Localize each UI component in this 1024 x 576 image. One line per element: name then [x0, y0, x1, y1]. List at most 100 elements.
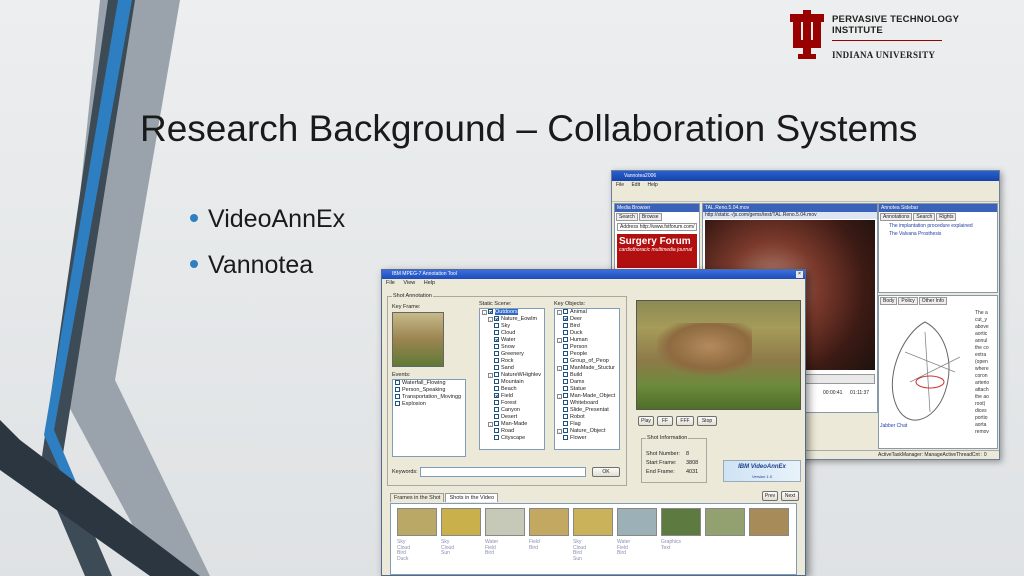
keywords-input[interactable]: [420, 467, 586, 477]
event-item[interactable]: Transportation_Movingg: [393, 394, 465, 401]
checkbox[interactable]: [563, 435, 568, 440]
next-button[interactable]: Next: [781, 491, 799, 501]
shot-thumbnail[interactable]: [397, 508, 437, 536]
checkbox[interactable]: [563, 351, 568, 356]
scene-tree-item[interactable]: - Man-Made: [480, 421, 544, 428]
checkbox[interactable]: [395, 380, 400, 385]
tree-expander-icon[interactable]: -: [488, 373, 493, 378]
tab-search[interactable]: Search: [913, 213, 936, 221]
object-tree-item[interactable]: Dams: [555, 379, 619, 386]
scene-tree-item[interactable]: Cityscape: [480, 435, 544, 442]
checkbox[interactable]: [563, 379, 568, 384]
checkbox[interactable]: [494, 428, 499, 433]
scene-tree-item[interactable]: Cloud: [480, 330, 544, 337]
shot-thumbnail[interactable]: [749, 508, 789, 536]
checkbox[interactable]: [563, 316, 568, 321]
scene-tree-item[interactable]: Beach: [480, 386, 544, 393]
checkbox[interactable]: [563, 337, 568, 342]
shot-thumbnail[interactable]: [705, 508, 745, 536]
checkbox[interactable]: [494, 400, 499, 405]
object-tree-item[interactable]: Deer: [555, 316, 619, 323]
prev-button[interactable]: Prev: [762, 491, 778, 501]
object-tree-item[interactable]: Person: [555, 344, 619, 351]
event-item[interactable]: Explosion: [393, 401, 465, 408]
tab-policy[interactable]: Policy: [898, 297, 918, 305]
play-button[interactable]: Play: [638, 416, 654, 426]
checkbox[interactable]: [494, 435, 499, 440]
menu-file[interactable]: File: [386, 280, 395, 286]
checkbox[interactable]: [494, 414, 499, 419]
checkbox[interactable]: [494, 323, 499, 328]
checkbox[interactable]: [494, 393, 499, 398]
checkbox[interactable]: [494, 358, 499, 363]
checkbox[interactable]: [563, 365, 568, 370]
object-tree-item[interactable]: Duck: [555, 330, 619, 337]
checkbox[interactable]: [395, 394, 400, 399]
scene-tree-item[interactable]: Field: [480, 393, 544, 400]
tab-body[interactable]: Body: [880, 297, 898, 305]
scene-tree-item[interactable]: Forest: [480, 400, 544, 407]
object-tree-item[interactable]: Whiteboard: [555, 400, 619, 407]
tree-expander-icon[interactable]: -: [557, 394, 562, 399]
key-objects-tree[interactable]: - Animal Deer Bird Duck - Human Person People Gro…: [554, 308, 620, 450]
tree-expander-icon[interactable]: -: [482, 310, 487, 315]
checkbox[interactable]: [563, 393, 568, 398]
tree-expander-icon[interactable]: -: [557, 429, 562, 434]
menu-help[interactable]: Help: [647, 182, 657, 188]
scene-tree-item[interactable]: Rock: [480, 358, 544, 365]
static-scene-tree[interactable]: - Outdoors - Nature_Eowlm Sky Cloud Water Snow G…: [479, 308, 545, 450]
annotation-item[interactable]: The implantation procedure explained: [879, 223, 997, 229]
object-tree-item[interactable]: - Human: [555, 337, 619, 344]
checkbox[interactable]: [494, 407, 499, 412]
scene-tree-item[interactable]: - Outdoors: [480, 309, 544, 316]
checkbox[interactable]: [563, 344, 568, 349]
fff-button[interactable]: FFF: [676, 416, 694, 426]
scene-tree-item[interactable]: Sky: [480, 323, 544, 330]
scene-tree-item[interactable]: Greenery: [480, 351, 544, 358]
checkbox[interactable]: [494, 344, 499, 349]
object-tree-item[interactable]: People: [555, 351, 619, 358]
checkbox[interactable]: [563, 407, 568, 412]
tab-frames-in-shot[interactable]: Frames in the Shot: [390, 493, 445, 502]
checkbox[interactable]: [563, 372, 568, 377]
object-tree-item[interactable]: Slide_Presentat: [555, 407, 619, 414]
checkbox[interactable]: [494, 337, 499, 342]
object-tree-item[interactable]: - Nature_Object: [555, 428, 619, 435]
checkbox[interactable]: [494, 421, 499, 426]
tab-search[interactable]: Search: [616, 213, 638, 221]
object-tree-item[interactable]: - Animal: [555, 309, 619, 316]
object-tree-item[interactable]: Bird: [555, 323, 619, 330]
checkbox[interactable]: [563, 309, 568, 314]
close-icon[interactable]: ×: [796, 271, 803, 278]
object-tree-item[interactable]: - Man-Made_Object: [555, 393, 619, 400]
tab-other-info[interactable]: Other Info: [918, 297, 947, 305]
address-field[interactable]: Address http://www.fstforum.com/: [617, 223, 697, 231]
tab-rights[interactable]: Rights: [936, 213, 957, 221]
shot-thumbnail[interactable]: [441, 508, 481, 536]
checkbox[interactable]: [494, 316, 499, 321]
tree-expander-icon[interactable]: -: [557, 338, 562, 343]
surgery-forum-banner[interactable]: Surgery Forum cardiothoracic multimedia …: [617, 234, 697, 268]
checkbox[interactable]: [494, 386, 499, 391]
tab-shots-in-video[interactable]: Shots in the Video: [445, 493, 499, 502]
object-tree-item[interactable]: Group_of_Peop: [555, 358, 619, 365]
object-tree-item[interactable]: Flower: [555, 435, 619, 442]
checkbox[interactable]: [563, 323, 568, 328]
scene-tree-item[interactable]: Desert: [480, 414, 544, 421]
tab-browse[interactable]: Browse: [638, 213, 662, 221]
checkbox[interactable]: [395, 387, 400, 392]
menu-file[interactable]: File: [616, 182, 624, 188]
checkbox[interactable]: [563, 330, 568, 335]
shot-thumbnail[interactable]: [661, 508, 701, 536]
checkbox[interactable]: [563, 414, 568, 419]
checkbox[interactable]: [563, 400, 568, 405]
stop-button[interactable]: Stop: [697, 416, 717, 426]
shot-thumbnail[interactable]: [485, 508, 525, 536]
scene-tree-item[interactable]: Water: [480, 337, 544, 344]
tree-expander-icon[interactable]: -: [557, 310, 562, 315]
event-item[interactable]: Person_Speaking: [393, 387, 465, 394]
checkbox[interactable]: [494, 365, 499, 370]
checkbox[interactable]: [494, 379, 499, 384]
checkbox[interactable]: [563, 421, 568, 426]
shot-thumbnail[interactable]: [573, 508, 613, 536]
